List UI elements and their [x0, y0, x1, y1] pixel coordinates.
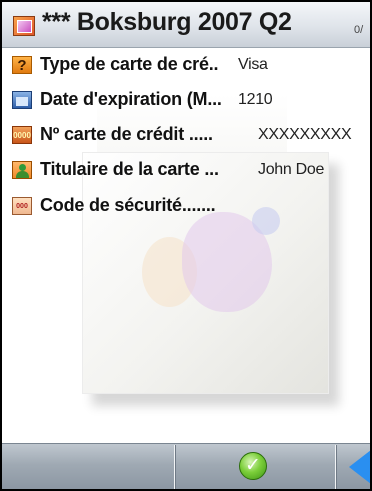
field-value: John Doe [258, 161, 325, 178]
number-icon: 0000 [12, 126, 32, 144]
toolbar-divider [174, 445, 175, 489]
field-row-card-number[interactable]: 0000 Nº carte de crédit ..... XXXXXXXXX [12, 124, 370, 148]
field-label: Type de carte de cré.. [40, 54, 219, 74]
back-arrow-icon[interactable] [349, 450, 370, 484]
field-value: Visa [238, 56, 268, 73]
question-icon: ? [12, 56, 32, 74]
field-value: 1210 [238, 91, 273, 108]
bottom-toolbar [2, 443, 370, 489]
person-icon [12, 161, 32, 179]
field-row-security-code[interactable]: 000 Code de sécurité....... [12, 195, 370, 219]
field-label: Nº carte de crédit ..... [40, 124, 213, 144]
calendar-icon [12, 91, 32, 109]
title-bar: *** Boksburg 2007 Q2 0/ [2, 2, 370, 48]
field-value: XXXXXXXXX [258, 126, 352, 143]
record-counter: 0/ [354, 24, 364, 36]
app-icon [13, 16, 35, 36]
field-row-expiration-date[interactable]: Date d'expiration (M... 1210 [12, 89, 370, 113]
field-row-cardholder[interactable]: Titulaire de la carte ... John Doe [12, 159, 370, 183]
field-label: Titulaire de la carte ... [40, 159, 219, 179]
ok-button[interactable]: ✓ [239, 452, 267, 480]
app-window: *** Boksburg 2007 Q2 0/ ? Type de carte … [0, 0, 372, 491]
toolbar-divider [335, 445, 336, 489]
security-code-icon: 000 [12, 197, 32, 215]
field-row-card-type[interactable]: ? Type de carte de cré.. Visa [12, 54, 370, 78]
page-title: *** Boksburg 2007 Q2 [42, 8, 292, 36]
field-label: Date d'expiration (M... [40, 89, 222, 109]
field-label: Code de sécurité....... [40, 195, 216, 215]
